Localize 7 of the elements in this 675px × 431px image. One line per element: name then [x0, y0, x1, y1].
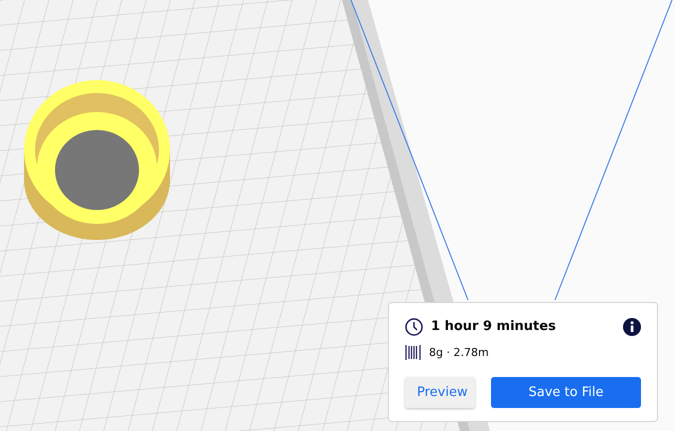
clock-icon	[405, 318, 423, 336]
material-usage: 8g · 2.78m	[429, 344, 489, 360]
save-button[interactable]: Save to File	[491, 377, 641, 408]
info-icon[interactable]	[623, 318, 641, 336]
spool-icon	[405, 345, 421, 360]
preview-button[interactable]: Preview	[405, 377, 475, 408]
print-time: 1 hour 9 minutes	[431, 318, 556, 336]
